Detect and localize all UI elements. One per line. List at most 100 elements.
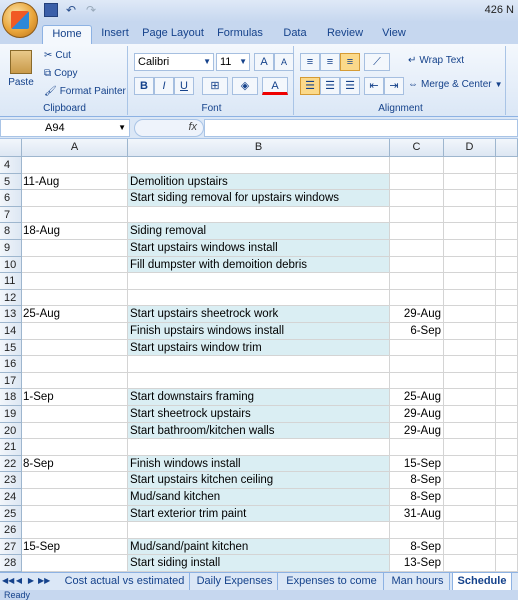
sheet-tab-expenses-to-come[interactable]: Expenses to come: [280, 573, 384, 590]
cell-c[interactable]: [390, 206, 444, 224]
cell-b[interactable]: [128, 356, 390, 373]
next-sheet-icon[interactable]: ▶: [26, 575, 36, 587]
cell-e[interactable]: [496, 223, 518, 240]
cell-b[interactable]: Start bathroom/kitchen walls: [128, 422, 390, 440]
cell-c[interactable]: [390, 240, 444, 257]
align-center-button[interactable]: ☰: [320, 77, 340, 95]
paste-button[interactable]: Paste: [6, 50, 36, 88]
cell-b[interactable]: Mud/sand kitchen: [128, 489, 390, 506]
column-header-c[interactable]: C: [390, 139, 444, 157]
cell-b[interactable]: Fill dumpster with demoition debris: [128, 256, 390, 274]
copy-button[interactable]: ⧉ Copy: [44, 68, 78, 79]
cell-e[interactable]: [496, 190, 518, 207]
cell-a[interactable]: [22, 240, 128, 257]
cell-d[interactable]: [444, 489, 496, 506]
row-header[interactable]: 5: [0, 173, 22, 191]
cell-a[interactable]: [22, 372, 128, 390]
cell-d[interactable]: [444, 555, 496, 572]
font-size-select[interactable]: 11 ▼: [216, 53, 250, 71]
cell-d[interactable]: [444, 389, 496, 406]
cell-a[interactable]: [22, 555, 128, 572]
row-header[interactable]: 8: [0, 223, 22, 240]
first-sheet-icon[interactable]: ◀◀: [2, 575, 14, 587]
cell-a[interactable]: [22, 422, 128, 440]
cell-e[interactable]: [496, 256, 518, 274]
cell-c[interactable]: 29-Aug: [390, 306, 444, 323]
cell-b[interactable]: [128, 439, 390, 456]
cell-e[interactable]: [496, 538, 518, 556]
undo-icon[interactable]: ↶: [64, 3, 78, 17]
cell-d[interactable]: [444, 306, 496, 323]
row-header[interactable]: 23: [0, 472, 22, 489]
cell-e[interactable]: [496, 439, 518, 456]
cell-d[interactable]: [444, 372, 496, 390]
cell-d[interactable]: [444, 505, 496, 523]
column-header-e[interactable]: [496, 139, 518, 157]
shrink-font-button[interactable]: A: [274, 53, 294, 71]
cell-a[interactable]: [22, 505, 128, 523]
cell-d[interactable]: [444, 273, 496, 290]
row-header[interactable]: 13: [0, 306, 22, 323]
office-button[interactable]: [2, 2, 38, 38]
sheet-tab-man-hours[interactable]: Man hours: [386, 573, 450, 590]
cell-a[interactable]: 25-Aug: [22, 306, 128, 323]
row-header[interactable]: 4: [0, 157, 22, 174]
row-header[interactable]: 11: [0, 273, 22, 290]
cell-a[interactable]: [22, 472, 128, 489]
cell-e[interactable]: [496, 356, 518, 373]
last-sheet-icon[interactable]: ▶▶: [38, 575, 50, 587]
row-header[interactable]: 19: [0, 406, 22, 423]
cell-b[interactable]: Start upstairs kitchen ceiling: [128, 472, 390, 489]
cell-c[interactable]: [390, 256, 444, 274]
cell-c[interactable]: [390, 522, 444, 539]
cell-e[interactable]: [496, 289, 518, 307]
cell-c[interactable]: [390, 190, 444, 207]
row-header[interactable]: 24: [0, 489, 22, 506]
cell-d[interactable]: [444, 190, 496, 207]
cell-c[interactable]: [390, 372, 444, 390]
row-header[interactable]: 6: [0, 190, 22, 207]
cell-e[interactable]: [496, 323, 518, 340]
cell-a[interactable]: [22, 157, 128, 174]
sheet-tab-daily-expenses[interactable]: Daily Expenses: [192, 573, 278, 590]
cell-b[interactable]: [128, 372, 390, 390]
grow-font-button[interactable]: A: [254, 53, 274, 71]
increase-indent-button[interactable]: ⇥: [384, 77, 404, 95]
cell-e[interactable]: [496, 422, 518, 440]
row-header[interactable]: 9: [0, 240, 22, 257]
cell-b[interactable]: [128, 273, 390, 290]
sheet-tab-cost[interactable]: Cost actual vs estimated: [60, 573, 190, 590]
tab-insert[interactable]: Insert: [95, 25, 135, 44]
font-color-button[interactable]: A: [262, 77, 288, 95]
cell-c[interactable]: 15-Sep: [390, 455, 444, 473]
cell-c[interactable]: 13-Sep: [390, 555, 444, 572]
align-bottom-button[interactable]: ≡: [340, 53, 360, 71]
fill-color-button[interactable]: ◈: [232, 77, 258, 95]
cell-e[interactable]: [496, 489, 518, 506]
column-header-b[interactable]: B: [128, 139, 390, 157]
cell-c[interactable]: 8-Sep: [390, 538, 444, 556]
column-header-d[interactable]: D: [444, 139, 496, 157]
cell-c[interactable]: [390, 339, 444, 357]
cell-b[interactable]: [128, 206, 390, 224]
cell-a[interactable]: [22, 522, 128, 539]
prev-sheet-icon[interactable]: ◀: [14, 575, 24, 587]
cell-a[interactable]: [22, 289, 128, 307]
cell-b[interactable]: Start siding install: [128, 555, 390, 572]
cell-b[interactable]: Start downstairs framing: [128, 389, 390, 406]
cell-e[interactable]: [496, 240, 518, 257]
cell-b[interactable]: Start exterior trim paint: [128, 505, 390, 523]
cell-d[interactable]: [444, 323, 496, 340]
font-name-select[interactable]: Calibri ▼: [134, 53, 214, 71]
row-header[interactable]: 15: [0, 339, 22, 357]
tab-data[interactable]: Data: [275, 25, 315, 44]
cell-e[interactable]: [496, 406, 518, 423]
cell-d[interactable]: [444, 256, 496, 274]
select-all-corner[interactable]: [0, 139, 22, 157]
row-header[interactable]: 26: [0, 522, 22, 539]
wrap-text-button[interactable]: ↵ Wrap Text: [408, 55, 464, 66]
cell-a[interactable]: 18-Aug: [22, 223, 128, 240]
row-header[interactable]: 10: [0, 256, 22, 274]
cell-b[interactable]: Finish windows install: [128, 455, 390, 473]
row-header[interactable]: 25: [0, 505, 22, 523]
